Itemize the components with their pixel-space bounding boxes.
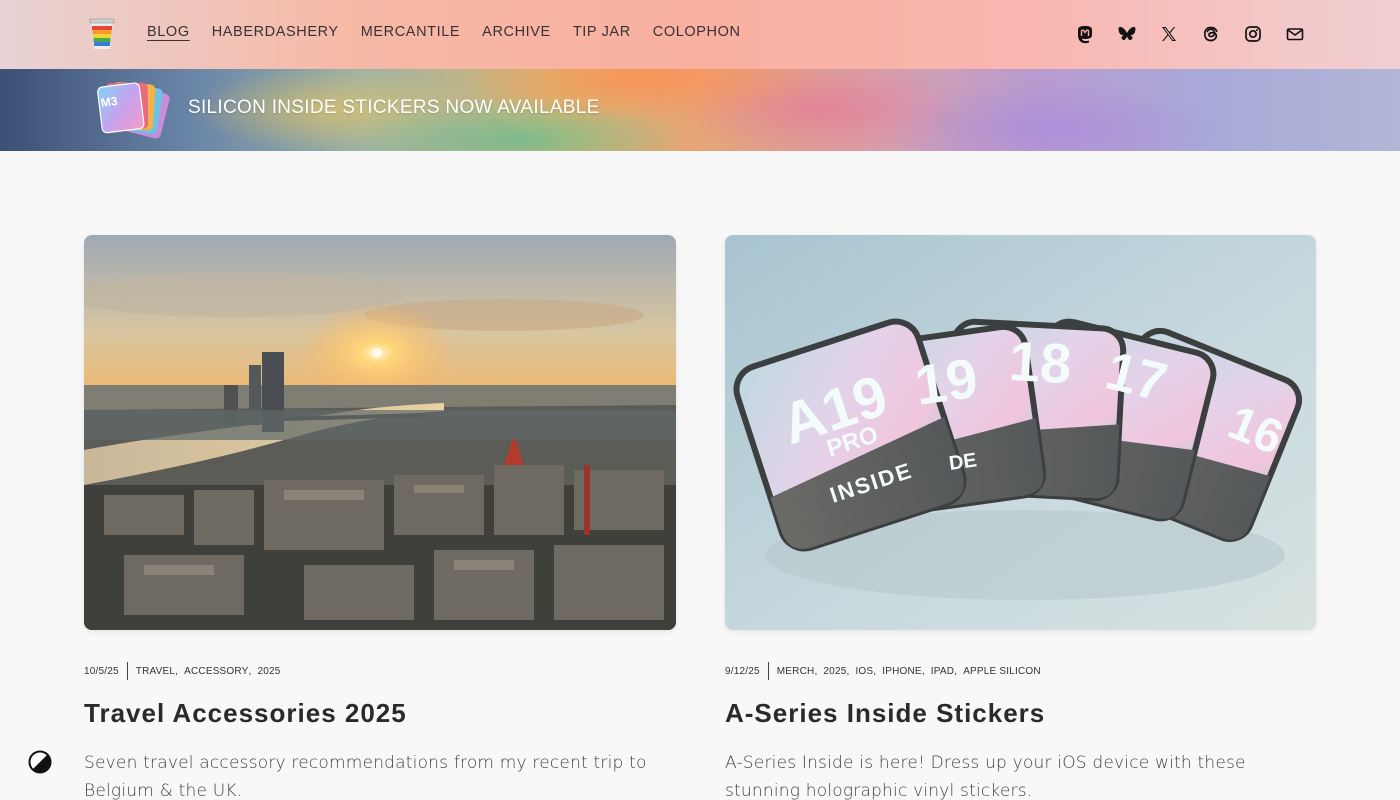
- post-card: 16 17 18 19 A19 PRO INSIDE DE 9/12/25 ME…: [725, 235, 1316, 800]
- nav-blog[interactable]: BLOG: [147, 24, 190, 40]
- tag-link[interactable]: 2025: [258, 666, 281, 677]
- main-nav: BLOG HABERDASHERY MERCANTILE ARCHIVE TIP…: [147, 24, 763, 40]
- nav-haberdashery[interactable]: HABERDASHERY: [212, 24, 339, 40]
- banner-art-label: M3: [100, 94, 119, 110]
- x-icon[interactable]: [1148, 22, 1190, 46]
- social-links: [1064, 22, 1316, 46]
- post-meta: 9/12/25 MERCH, 2025, IOS, IPHONE, IPAD, …: [725, 662, 1316, 680]
- post-excerpt: Seven travel accessory recommendations f…: [84, 753, 647, 800]
- mail-icon[interactable]: [1274, 22, 1316, 46]
- nav-archive[interactable]: ARCHIVE: [482, 24, 551, 40]
- bluesky-icon[interactable]: [1106, 22, 1148, 46]
- post-excerpt: A-Series Inside is here! Dress up your i…: [725, 753, 1246, 800]
- post-image-stickers[interactable]: 16 17 18 19 A19 PRO INSIDE DE: [725, 235, 1316, 630]
- tag-link[interactable]: IOS: [855, 666, 873, 677]
- sticker-label-19: 19: [911, 346, 981, 417]
- tag-link[interactable]: TRAVEL: [136, 666, 175, 677]
- post-tags: TRAVEL, ACCESSORY, 2025: [135, 665, 281, 677]
- post-date: 10/5/25: [84, 662, 128, 680]
- tag-link[interactable]: IPAD: [931, 666, 954, 677]
- site-header: BLOG HABERDASHERY MERCANTILE ARCHIVE TIP…: [0, 0, 1400, 69]
- post-date: 9/12/25: [725, 662, 769, 680]
- post-title[interactable]: Travel Accessories 2025: [84, 698, 676, 729]
- banner-text[interactable]: SILICON INSIDE STICKERS NOW AVAILABLE: [188, 97, 600, 119]
- nav-tip-jar[interactable]: TIP JAR: [573, 24, 631, 40]
- post-tags: MERCH, 2025, IOS, IPHONE, IPAD, APPLE SI…: [776, 665, 1041, 677]
- post-image-london-sunset[interactable]: [84, 235, 676, 630]
- tag-link[interactable]: 2025: [823, 666, 846, 677]
- instagram-icon[interactable]: [1232, 22, 1274, 46]
- tag-link[interactable]: ACCESSORY: [184, 666, 248, 677]
- tag-link[interactable]: APPLE SILICON: [963, 666, 1041, 677]
- tag-link[interactable]: IPHONE: [882, 666, 922, 677]
- sticker-label-18: 18: [1007, 329, 1073, 395]
- sticker-label-de: DE: [948, 449, 979, 475]
- nav-mercantile[interactable]: MERCANTILE: [361, 24, 460, 40]
- mastodon-icon[interactable]: [1064, 22, 1106, 46]
- nav-colophon[interactable]: COLOPHON: [653, 24, 741, 40]
- post-card: 10/5/25 TRAVEL, ACCESSORY, 2025 Travel A…: [84, 235, 676, 800]
- promo-banner[interactable]: M3 SILICON INSIDE STICKERS NOW AVAILABLE: [0, 69, 1400, 151]
- sticker-stack-icon: M3: [97, 82, 170, 139]
- cup-icon[interactable]: [89, 17, 115, 51]
- threads-icon[interactable]: [1190, 22, 1232, 46]
- post-title[interactable]: A-Series Inside Stickers: [725, 698, 1316, 729]
- post-meta: 10/5/25 TRAVEL, ACCESSORY, 2025: [84, 662, 676, 680]
- tag-link[interactable]: MERCH: [777, 666, 815, 677]
- theme-toggle-icon[interactable]: [28, 750, 52, 774]
